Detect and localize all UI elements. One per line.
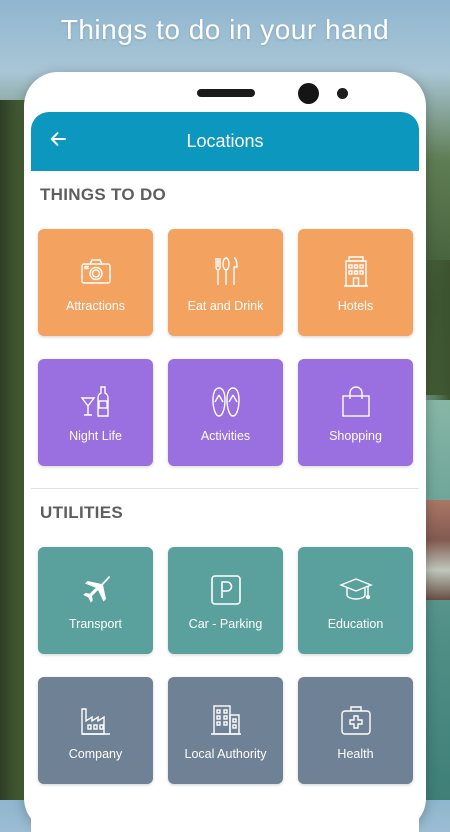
back-button[interactable] (43, 126, 73, 156)
camera-icon (79, 255, 113, 289)
phone-sensor (337, 88, 348, 99)
parking-icon (209, 573, 243, 607)
section-divider (31, 488, 419, 489)
app-screen: Locations THINGS TO DO Attractions Eat a… (31, 112, 419, 832)
tile-label: Eat and Drink (187, 299, 264, 313)
arrow-left-icon (49, 130, 67, 153)
tile-eat-and-drink[interactable]: Eat and Drink (168, 229, 283, 336)
cocktail-bottle-icon (79, 385, 113, 419)
section-title-utilities: UTILITIES (40, 503, 123, 522)
tile-local-authority[interactable]: Local Authority (168, 677, 283, 784)
phone-speaker (197, 89, 255, 97)
tile-activities[interactable]: Activities (168, 359, 283, 466)
tile-hotels[interactable]: Hotels (298, 229, 413, 336)
tile-label: Company (68, 747, 123, 761)
tile-car-parking[interactable]: Car - Parking (168, 547, 283, 654)
hotel-icon (339, 255, 373, 289)
tile-label: Health (337, 747, 374, 761)
airplane-icon (79, 573, 113, 607)
tile-night-life[interactable]: Night Life (38, 359, 153, 466)
tile-shopping[interactable]: Shopping (298, 359, 413, 466)
phone-camera (298, 83, 319, 104)
tile-label: Hotels (337, 299, 374, 313)
cutlery-icon (209, 255, 243, 289)
tile-label: Night Life (69, 429, 122, 443)
office-building-icon (209, 703, 243, 737)
first-aid-kit-icon (339, 703, 373, 737)
tile-label: Attractions (65, 299, 126, 313)
tile-label: Transport (68, 617, 123, 631)
tile-transport[interactable]: Transport (38, 547, 153, 654)
tile-education[interactable]: Education (298, 547, 413, 654)
background-boat (422, 500, 450, 600)
app-bar: Locations (31, 112, 419, 171)
tile-health[interactable]: Health (298, 677, 413, 784)
tile-company[interactable]: Company (38, 677, 153, 784)
phone-frame: Locations THINGS TO DO Attractions Eat a… (24, 72, 426, 832)
tile-label: Activities (200, 429, 251, 443)
factory-icon (79, 703, 113, 737)
tile-attractions[interactable]: Attractions (38, 229, 153, 336)
flip-flops-icon (209, 385, 243, 419)
page-title: Locations (186, 131, 264, 151)
promo-headline: Things to do in your hand (60, 14, 390, 45)
tile-label: Education (327, 617, 384, 631)
section-title-things-to-do: THINGS TO DO (40, 185, 167, 204)
graduation-cap-icon (338, 573, 373, 607)
tile-label: Car - Parking (188, 617, 263, 631)
shopping-bag-icon (339, 385, 373, 419)
tile-label: Local Authority (184, 747, 267, 761)
tile-label: Shopping (329, 429, 382, 443)
